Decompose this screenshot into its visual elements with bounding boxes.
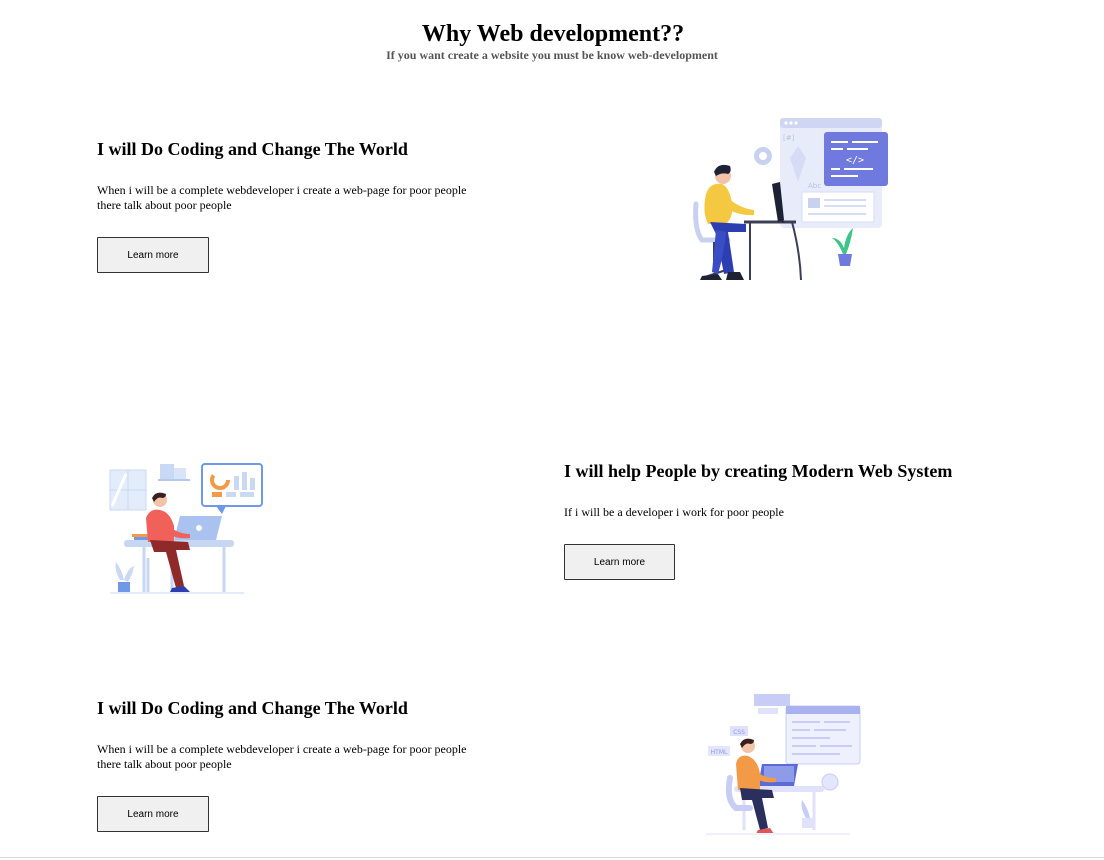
- css-label: CSS: [733, 729, 745, 736]
- developer-laptop-analytics-illustration: [109, 463, 263, 594]
- section-modern-web: I will help People by creating Modern We…: [564, 460, 984, 600]
- section-text: When i will be a complete webdeveloper i…: [97, 183, 467, 212]
- code-label: </>: [846, 155, 864, 166]
- section-text: When i will be a complete webdeveloper i…: [97, 742, 467, 771]
- section-heading: I will Do Coding and Change The World: [97, 139, 408, 159]
- learn-more-button[interactable]: Learn more: [564, 544, 675, 580]
- learn-more-button[interactable]: Learn more: [97, 796, 209, 832]
- learn-more-button[interactable]: Learn more: [97, 237, 209, 273]
- section-coding-repeat: I will Do Coding and Change The World Wh…: [97, 697, 497, 837]
- page-subtitle: If you want create a website you must be…: [386, 48, 718, 62]
- html-label: HTML: [711, 749, 728, 756]
- section-heading: I will help People by creating Modern We…: [564, 461, 953, 481]
- section-text: If i will be a developer i work for poor…: [564, 505, 784, 519]
- section-heading: I will Do Coding and Change The World: [97, 698, 408, 718]
- page-header: Why Web development?? If you want create…: [0, 20, 1104, 62]
- section-coding: I will Do Coding and Change The World Wh…: [97, 138, 497, 278]
- tag-label: [#]: [783, 134, 795, 142]
- page-title: Why Web development??: [421, 21, 685, 47]
- page-divider: [0, 857, 1104, 858]
- developer-code-editor-illustration: CSS HTML: [706, 694, 861, 835]
- developer-coding-illustration: </> [#] Abc: [693, 118, 888, 281]
- text-label: Abc: [808, 182, 821, 190]
